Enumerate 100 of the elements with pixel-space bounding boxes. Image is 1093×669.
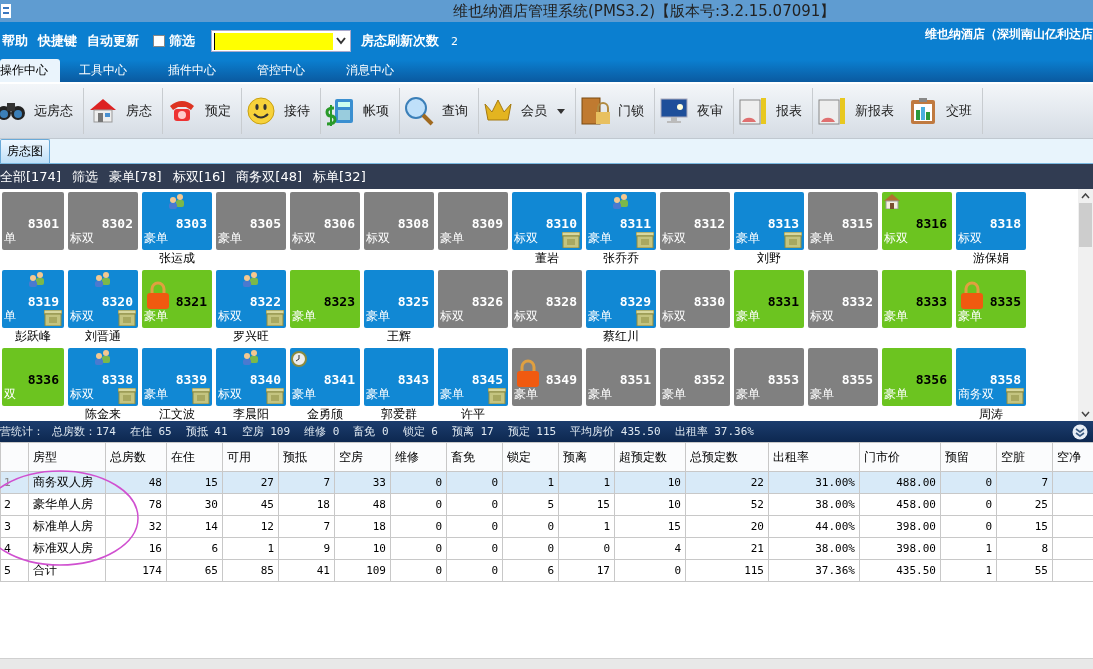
toolbar-button[interactable]: 房态	[88, 88, 163, 134]
room-tile[interactable]: 8303 豪单	[142, 192, 212, 250]
menu-item[interactable]: 帮助	[2, 32, 28, 50]
room-tile[interactable]: 8312 标双	[660, 192, 730, 250]
filter-link[interactable]: 全部[174]	[0, 167, 61, 186]
room-tile[interactable]: 8318 标双	[956, 192, 1026, 250]
room-tile[interactable]: 8353 豪单	[734, 348, 804, 406]
room-tile[interactable]: 8330 标双	[660, 270, 730, 328]
filter-link[interactable]: 豪单[78]	[108, 167, 162, 186]
filter-link[interactable]: 筛选	[71, 167, 98, 186]
search-combobox[interactable]	[211, 30, 351, 52]
room-tile[interactable]: 8310 标双	[512, 192, 582, 250]
room-tile[interactable]: 8339 豪单	[142, 348, 212, 406]
toolbar-button[interactable]: 远房态	[0, 88, 84, 134]
column-header[interactable]: 预留	[940, 442, 997, 472]
column-header[interactable]: 总预定数	[685, 442, 769, 472]
room-tile[interactable]: 8340 标双	[216, 348, 286, 406]
column-header[interactable]: 总房数	[105, 442, 167, 472]
room-tile[interactable]: 8349 豪单	[512, 348, 582, 406]
column-header[interactable]: 维修	[390, 442, 447, 472]
column-header[interactable]: 锁定	[502, 442, 559, 472]
room-tile[interactable]: 8332 标双	[808, 270, 878, 328]
scrollbar[interactable]	[0, 658, 1093, 669]
room-tile[interactable]: 8355 豪单	[808, 348, 878, 406]
room-tile[interactable]: 8313 豪单	[734, 192, 804, 250]
column-header[interactable]: 超预定数	[614, 442, 686, 472]
room-tile[interactable]: 8321 豪单	[142, 270, 212, 328]
column-header[interactable]: 出租率	[768, 442, 860, 472]
column-header[interactable]: 空净	[1052, 442, 1093, 472]
room-tile[interactable]: 8306 标双	[290, 192, 360, 250]
room-tile[interactable]: 8345 豪单	[438, 348, 508, 406]
room-tile[interactable]: 8343 豪单	[364, 348, 434, 406]
table-row[interactable]: 5 合计 174 65 85 41 109 0 0 6 17 0 115 37.36% 435.50 1 55	[0, 559, 1093, 582]
column-header[interactable]: 预抵	[278, 442, 335, 472]
tab[interactable]: 工具中心	[69, 59, 137, 82]
room-tile[interactable]: 8323 豪单	[290, 270, 360, 328]
scroll-thumb[interactable]	[1079, 203, 1092, 247]
column-header[interactable]: 在住	[166, 442, 223, 472]
menu-item[interactable]: 自动更新	[87, 32, 139, 50]
room-tile[interactable]: 8301 单	[2, 192, 64, 250]
column-header[interactable]: 畜免	[446, 442, 503, 472]
room-tile[interactable]: 8356 豪单	[882, 348, 952, 406]
room-tile[interactable]: 8341 豪单	[290, 348, 360, 406]
room-number: 8332	[841, 294, 873, 309]
clock-icon	[291, 351, 307, 367]
filter-checkbox[interactable]: 筛选	[153, 32, 195, 50]
column-header[interactable]: 空脏	[996, 442, 1053, 472]
filter-link[interactable]: 商务双[48]	[236, 167, 303, 186]
room-tile[interactable]: 8338 标双	[68, 348, 138, 406]
toolbar-button[interactable]: 交班	[908, 88, 983, 134]
room-tile[interactable]: 8316 标双	[882, 192, 952, 250]
room-tile[interactable]: 8333 豪单	[882, 270, 952, 328]
room-tile[interactable]: 8336 双	[2, 348, 64, 406]
column-header[interactable]: 可用	[222, 442, 279, 472]
room-tile[interactable]: 8311 豪单	[586, 192, 656, 250]
room-tile[interactable]: 8305 豪单	[216, 192, 286, 250]
room-tile[interactable]: 8351 豪单	[586, 348, 656, 406]
toolbar-button[interactable]: 预定	[167, 88, 242, 134]
toolbar-button[interactable]: 会员	[483, 88, 576, 134]
room-tile[interactable]: 8322 标双	[216, 270, 286, 328]
table-row[interactable]: 2 豪华单人房 78 30 45 18 48 0 0 5 15 10 52 38.00% 458.00 0 25	[0, 493, 1093, 516]
filter-link[interactable]: 标单[32]	[313, 167, 366, 186]
room-tile[interactable]: 8328 标双	[512, 270, 582, 328]
menu-item[interactable]: 快捷键	[38, 32, 77, 50]
column-header[interactable]: 空房	[334, 442, 391, 472]
room-tile[interactable]: 8320 标双	[68, 270, 138, 328]
toolbar-button[interactable]: 门锁	[580, 88, 655, 134]
toolbar-button[interactable]: 帐项	[325, 88, 400, 134]
toolbar-button[interactable]: 新报表	[817, 88, 904, 134]
room-tile[interactable]: 8302 标双	[68, 192, 138, 250]
column-header[interactable]: 房型	[28, 442, 106, 472]
toolbar-button[interactable]: 接待	[246, 88, 321, 134]
room-tile[interactable]: 8352 豪单	[660, 348, 730, 406]
filter-link[interactable]: 标双[16]	[172, 167, 226, 186]
tab[interactable]: 操作中心	[0, 59, 60, 82]
room-number: 8351	[619, 372, 651, 387]
room-tile[interactable]: 8315 豪单	[808, 192, 878, 250]
room-tile[interactable]: 8319 单	[2, 270, 64, 328]
room-type: 标双	[514, 308, 538, 325]
room-tile[interactable]: 8335 豪单	[956, 270, 1026, 328]
scrollbar[interactable]	[1078, 189, 1093, 421]
room-tile[interactable]: 8329 豪单	[586, 270, 656, 328]
toolbar-button[interactable]: 报表	[738, 88, 813, 134]
room-tile[interactable]: 8308 标双	[364, 192, 434, 250]
tab[interactable]: 消息中心	[336, 59, 404, 82]
room-tile[interactable]: 8325 豪单	[364, 270, 434, 328]
guest-name: 陈金来	[85, 407, 121, 421]
toolbar-button[interactable]: 夜审	[659, 88, 734, 134]
table-row[interactable]: 3 标准单人房 32 14 12 7 18 0 0 0 1 15 20 44.00% 398.00 0 15	[0, 515, 1093, 538]
tab[interactable]: 插件中心	[158, 59, 226, 82]
table-row[interactable]: 4 标准双人房 16 6 1 9 10 0 0 0 0 4 21 38.00% 398.00 1 8	[0, 537, 1093, 560]
tab[interactable]: 管控中心	[247, 59, 315, 82]
room-tile[interactable]: 8358 商务双	[956, 348, 1026, 406]
room-tile[interactable]: 8326 标双	[438, 270, 508, 328]
room-tile[interactable]: 8331 豪单	[734, 270, 804, 328]
column-header[interactable]: 门市价	[859, 442, 941, 472]
column-header[interactable]: 预离	[558, 442, 615, 472]
tab[interactable]: 房态图	[0, 139, 50, 163]
room-tile[interactable]: 8309 豪单	[438, 192, 508, 250]
toolbar-button[interactable]: 查询	[404, 88, 479, 134]
